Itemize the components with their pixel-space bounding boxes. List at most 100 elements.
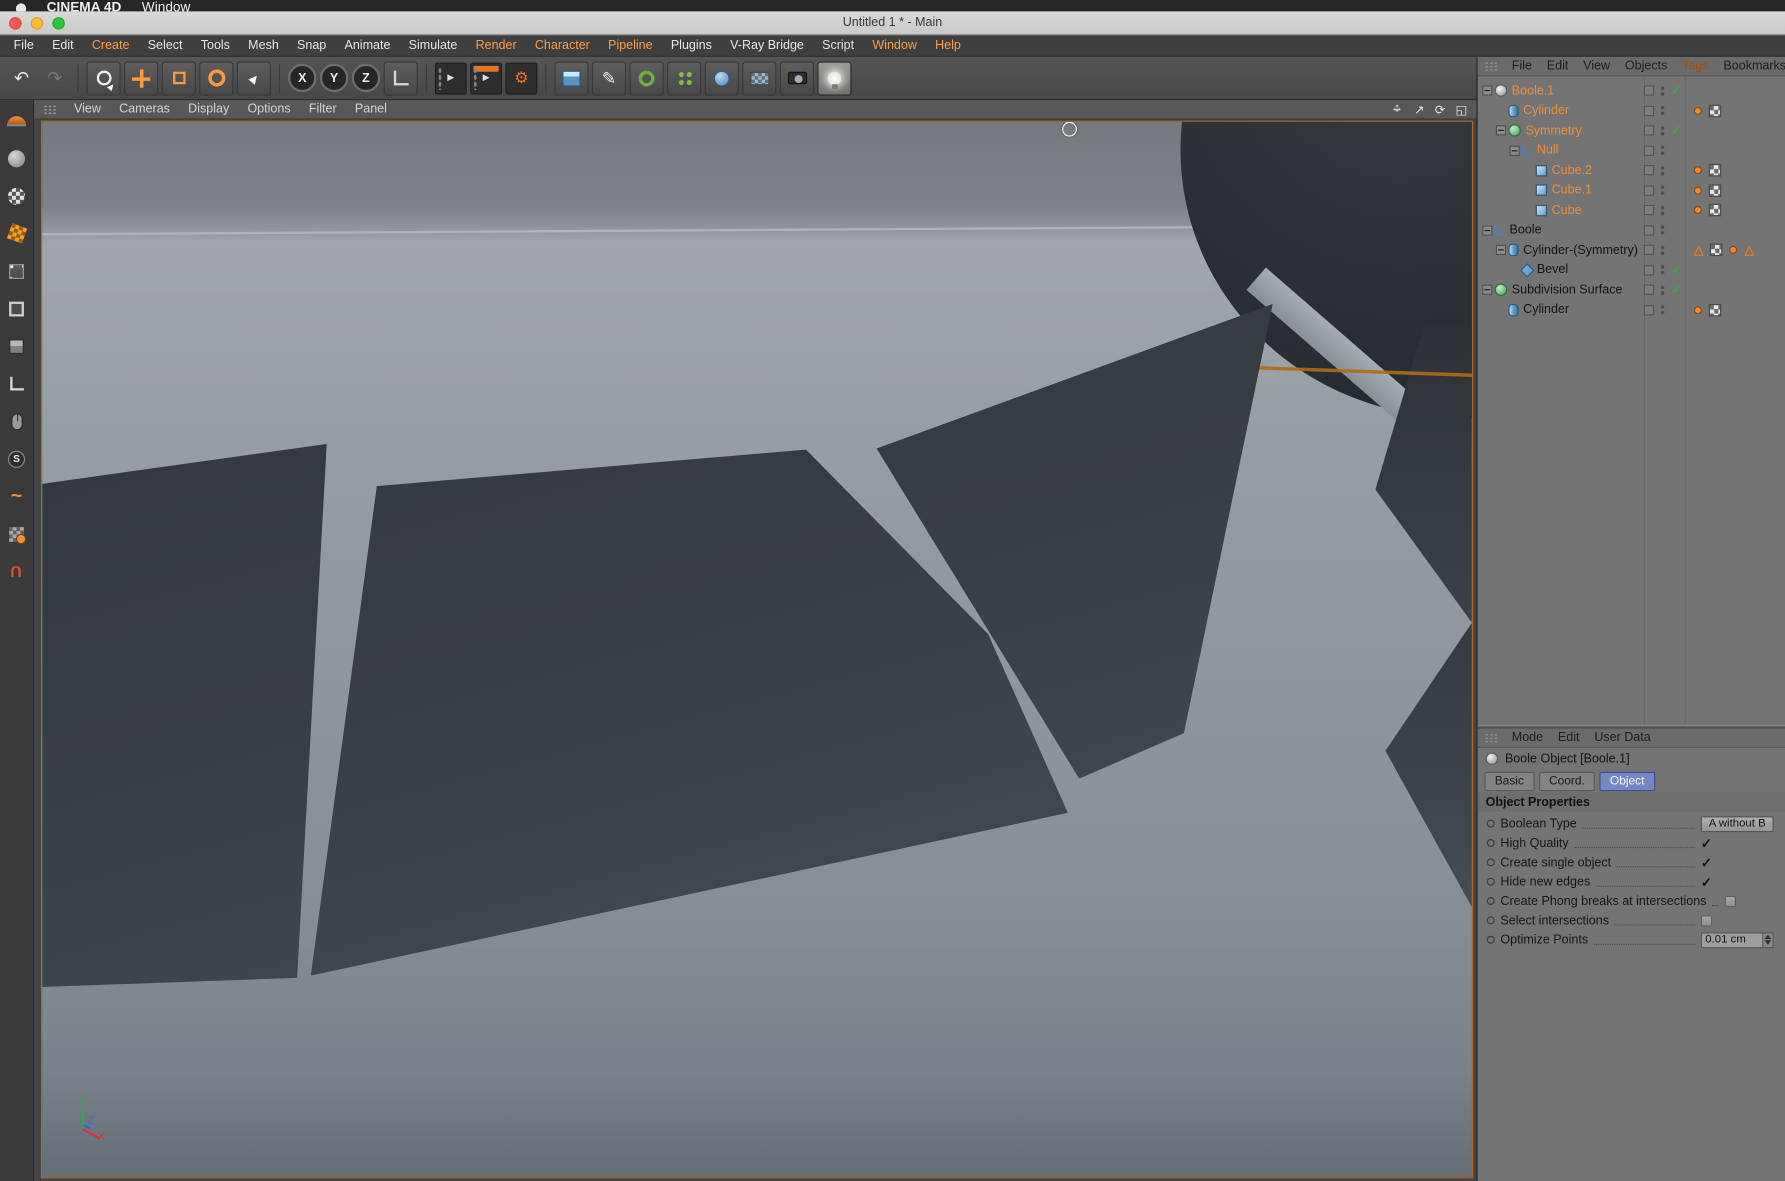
selection-tag-icon[interactable] (1693, 166, 1702, 175)
visibility-dots-icon[interactable] (1656, 125, 1667, 136)
texture-tag-icon[interactable] (1708, 303, 1722, 317)
optimize-points-input[interactable]: 0.01 cm (1700, 931, 1764, 948)
viewport-canvas[interactable]: Y Z X (40, 120, 1474, 1179)
add-cube-button[interactable] (554, 60, 589, 96)
menu-animate[interactable]: Animate (335, 39, 399, 53)
am-menu-edit[interactable]: Edit (1558, 731, 1580, 745)
layer-box-icon[interactable] (1642, 125, 1657, 136)
selection-tag-icon[interactable] (1693, 305, 1702, 314)
warning-tag-icon[interactable]: △ (1694, 243, 1704, 258)
spline-pen-button[interactable]: ✎ (591, 60, 627, 96)
tab-basic[interactable]: Basic (1484, 771, 1535, 791)
y-axis-lock-button[interactable]: Y (319, 63, 349, 93)
polygons-mode-button[interactable] (3, 332, 30, 359)
texture-axis-button[interactable] (3, 220, 30, 247)
menu-create[interactable]: Create (83, 39, 139, 53)
last-used-tool[interactable]: ► (236, 60, 271, 96)
layer-box-icon[interactable] (1642, 264, 1657, 276)
menu-window[interactable]: Window (863, 39, 926, 53)
om-menu-view[interactable]: View (1583, 59, 1610, 73)
om-menu-file[interactable]: File (1512, 59, 1532, 73)
collapse-toggle[interactable] (1482, 284, 1493, 296)
checkbox-checked[interactable]: ✓ (1701, 874, 1712, 890)
model-mode-button[interactable] (3, 145, 30, 172)
visibility-dots-icon[interactable] (1656, 105, 1667, 116)
redo-button[interactable]: ↷ (40, 61, 70, 95)
visibility-dots-icon[interactable] (1656, 264, 1667, 275)
render-view-button[interactable]: ► (434, 62, 467, 94)
checkbox-unchecked[interactable] (1700, 914, 1713, 927)
visibility-dots-icon[interactable] (1656, 244, 1667, 255)
object-row-boole1[interactable]: Boole.1 ✓ (1478, 81, 1785, 101)
visibility-dots-icon[interactable] (1656, 205, 1667, 216)
layer-box-icon[interactable] (1642, 225, 1657, 236)
viewport-menu-options[interactable]: Options (247, 102, 290, 116)
viewport-menu-panel[interactable]: Panel (355, 102, 387, 116)
checkbox-checked[interactable]: ✓ (1701, 835, 1712, 851)
menu-simulate[interactable]: Simulate (400, 39, 467, 53)
snap-button[interactable]: U (3, 558, 30, 585)
menu-script[interactable]: Script (813, 39, 863, 53)
collapse-toggle[interactable] (1495, 245, 1507, 256)
om-menu-edit[interactable]: Edit (1547, 59, 1569, 73)
enabled-check-icon[interactable]: ✓ (1671, 124, 1681, 138)
menu-help[interactable]: Help (926, 39, 970, 53)
collapse-toggle[interactable] (1482, 225, 1493, 236)
pan-view-icon[interactable]: ↔ ↕ (1390, 101, 1404, 116)
undo-button[interactable]: ↶ (7, 61, 37, 95)
menu-vray-bridge[interactable]: V-Ray Bridge (721, 39, 813, 53)
collapse-toggle[interactable] (1482, 85, 1493, 96)
visibility-dots-icon[interactable] (1656, 85, 1667, 96)
anim-dot-icon[interactable] (1486, 819, 1495, 828)
texture-tag-icon[interactable] (1708, 164, 1722, 177)
am-menu-mode[interactable]: Mode (1512, 731, 1543, 745)
visibility-dots-icon[interactable] (1656, 165, 1667, 176)
array-button[interactable] (667, 60, 702, 96)
menu-plugins[interactable]: Plugins (662, 39, 721, 53)
viewport-menu-cameras[interactable]: Cameras (119, 102, 170, 116)
visibility-dots-icon[interactable] (1656, 185, 1667, 196)
object-row-cylinder[interactable]: Cylinder (1478, 101, 1785, 121)
boolean-type-dropdown[interactable]: A without B (1700, 815, 1774, 832)
object-row-boole[interactable]: Boole (1478, 220, 1785, 240)
viewport-menu-display[interactable]: Display (188, 102, 229, 116)
object-row-bevel[interactable]: Bevel ✓ (1478, 260, 1785, 280)
macos-menu-window[interactable]: Window (142, 0, 191, 11)
points-mode-button[interactable] (3, 257, 30, 284)
enabled-check-icon[interactable]: ✓ (1671, 264, 1681, 278)
menu-render[interactable]: Render (466, 39, 525, 53)
layer-box-icon[interactable] (1642, 105, 1657, 116)
interactive-render-button[interactable]: ⚙ (505, 62, 538, 94)
apple-menu-icon[interactable] (15, 3, 27, 12)
menu-file[interactable]: File (5, 39, 43, 53)
zoom-button[interactable] (52, 17, 65, 30)
object-row-subdivision-surface[interactable]: Subdivision Surface ✓ (1478, 280, 1785, 300)
subdivision-button[interactable] (629, 60, 664, 96)
selection-tag-icon[interactable] (1693, 106, 1702, 115)
enabled-check-icon[interactable]: ✓ (1671, 85, 1681, 99)
object-row-null[interactable]: Null (1478, 141, 1785, 161)
menu-snap[interactable]: Snap (288, 39, 335, 53)
collapse-toggle[interactable] (1509, 145, 1520, 156)
viewport-menu-view[interactable]: View (74, 102, 101, 116)
object-row-cylinder-symmetry[interactable]: Cylinder-(Symmetry) △ △ (1478, 240, 1785, 260)
light-button[interactable] (817, 60, 852, 96)
make-editable-button[interactable] (3, 107, 30, 134)
edges-mode-button[interactable] (3, 295, 30, 322)
texture-tag-icon[interactable] (1710, 243, 1723, 257)
anim-dot-icon[interactable] (1486, 897, 1495, 906)
floor-button[interactable] (742, 60, 777, 96)
object-row-cube1[interactable]: Cube.1 (1478, 180, 1785, 200)
anim-dot-icon[interactable] (1486, 858, 1495, 867)
menu-mesh[interactable]: Mesh (239, 39, 288, 53)
layer-box-icon[interactable] (1642, 185, 1657, 196)
live-selection-tool[interactable]: ► (86, 60, 121, 96)
stepper-arrows[interactable] (1763, 931, 1774, 948)
rotate-view-icon[interactable]: ⟳ (1435, 102, 1445, 117)
layer-box-icon[interactable] (1642, 304, 1657, 316)
move-tool[interactable] (124, 60, 159, 96)
checkbox-unchecked[interactable] (1724, 895, 1737, 907)
scale-tool[interactable] (161, 60, 196, 96)
selection-tag-icon[interactable] (1729, 246, 1738, 255)
menu-character[interactable]: Character (526, 39, 599, 53)
